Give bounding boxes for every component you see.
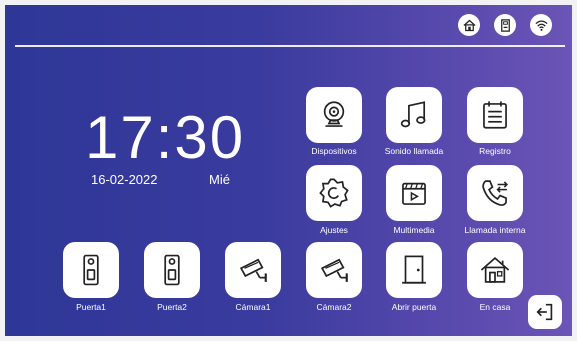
sd-card-icon[interactable] (494, 14, 516, 36)
multimedia-label: Multimedia (393, 225, 435, 235)
multimedia-button[interactable] (386, 165, 442, 221)
abrir-puerta-label: Abrir puerta (391, 302, 437, 312)
clock-time: 17:30 (85, 104, 246, 171)
puerta1-button[interactable] (63, 242, 119, 298)
clock-date: 16-02-2022 (91, 172, 158, 187)
sonido-llamada-button[interactable] (386, 87, 442, 143)
doorbell-icon (164, 254, 180, 286)
doorbell-icon (83, 254, 99, 286)
home-status-glyph (462, 19, 476, 31)
wifi-glyph (534, 20, 548, 31)
music-note-icon (400, 101, 426, 128)
security-camera-icon (320, 258, 348, 282)
door-icon (402, 255, 426, 284)
ajustes-label: Ajustes (320, 225, 348, 235)
puerta1-label: Puerta1 (76, 302, 106, 312)
sonido-llamada-label: Sonido llamada (384, 146, 444, 156)
clock-weekday: Mié (209, 172, 230, 187)
registro-label: Registro (479, 146, 511, 156)
calendar-log-icon (483, 101, 507, 129)
camara2-label: Cámara2 (316, 302, 352, 312)
en-casa-label: En casa (479, 302, 511, 312)
home-screen: 17:30 16-02-2022 Mié Dispositivos Sonido… (5, 5, 572, 336)
logout-icon (536, 303, 553, 321)
logout-button[interactable] (528, 295, 562, 329)
puerta2-button[interactable] (144, 242, 200, 298)
registro-button[interactable] (467, 87, 523, 143)
dispositivos-label: Dispositivos (311, 146, 357, 156)
sd-card-glyph (500, 18, 510, 32)
ajustes-button[interactable] (306, 165, 362, 221)
llamada-interna-label: Llamada interna (464, 225, 526, 235)
gear-icon (319, 178, 349, 208)
camara1-label: Cámara1 (235, 302, 271, 312)
home-status-icon[interactable] (458, 14, 480, 36)
house-icon (480, 256, 510, 283)
en-casa-button[interactable] (467, 242, 523, 298)
video-clapper-icon (402, 182, 426, 205)
header-divider (15, 45, 565, 47)
llamada-interna-button[interactable] (467, 165, 523, 221)
phone-transfer-icon (482, 180, 508, 206)
abrir-puerta-button[interactable] (386, 242, 442, 298)
puerta2-label: Puerta2 (157, 302, 187, 312)
camara1-button[interactable] (225, 242, 281, 298)
wifi-icon[interactable] (530, 14, 552, 36)
security-camera-icon (239, 258, 267, 282)
dispositivos-button[interactable] (306, 87, 362, 143)
camara2-button[interactable] (306, 242, 362, 298)
webcam-icon (323, 101, 345, 127)
